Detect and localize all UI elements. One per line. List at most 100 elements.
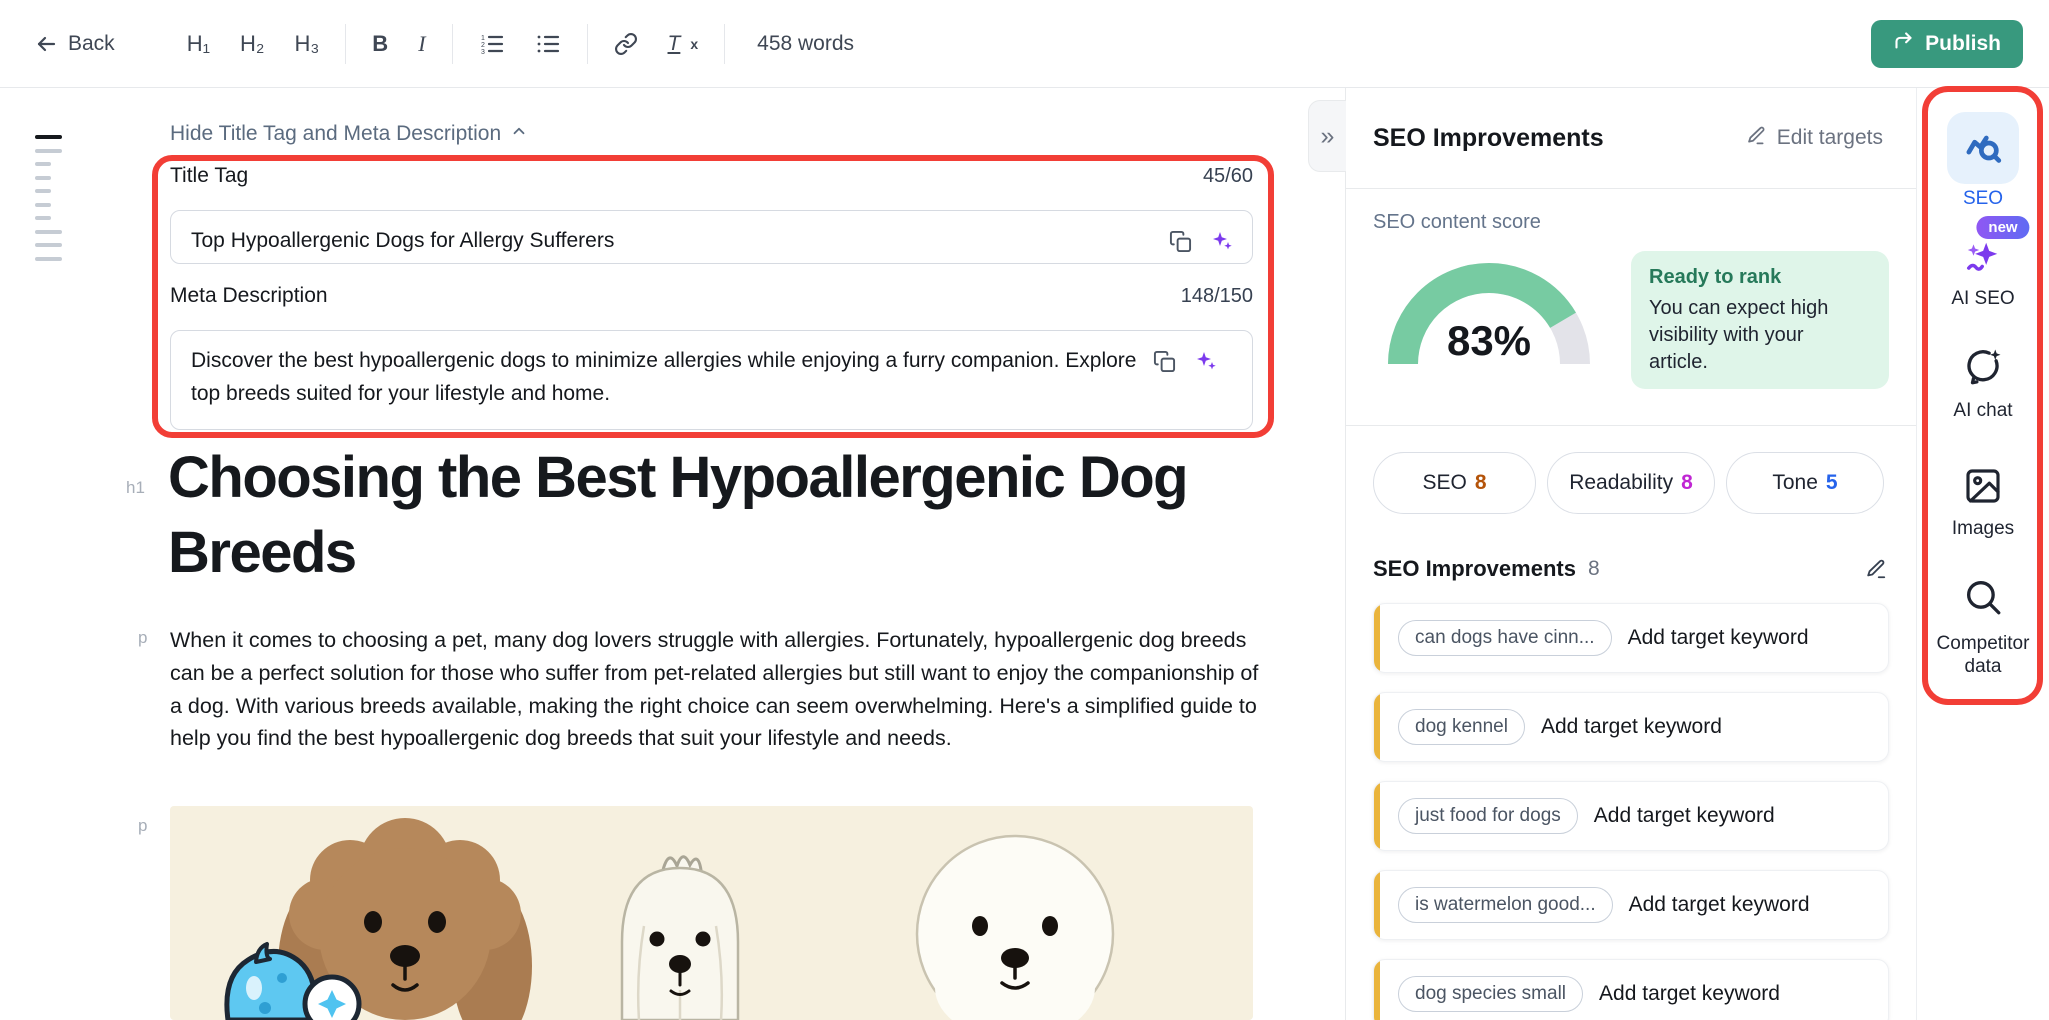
meta-description-counter: 148/150 [1181, 285, 1253, 308]
add-target-keyword-label[interactable]: Add target keyword [1594, 804, 1775, 828]
keyword-pill[interactable]: dog species small [1398, 976, 1583, 1012]
h1-button[interactable]: H₁ [179, 25, 218, 63]
article-image-dogs-illustration[interactable] [170, 806, 1253, 1020]
title-tag-counter: 45/60 [1203, 165, 1253, 188]
svg-text:1: 1 [481, 35, 485, 42]
h1-gutter-marker: h1 [126, 478, 145, 498]
ai-seo-button[interactable] [1964, 238, 2002, 276]
amber-accent-bar [1374, 871, 1380, 939]
toolbar-divider [345, 24, 346, 64]
keyword-pill[interactable]: just food for dogs [1398, 798, 1578, 834]
title-tag-label: Title Tag [170, 164, 248, 188]
hide-link-label: Hide Title Tag and Meta Description [170, 122, 501, 146]
svg-text:2: 2 [481, 42, 485, 49]
article-heading[interactable]: Choosing the Best Hypoallergenic Dog Bre… [168, 440, 1258, 590]
bold-button[interactable]: B [364, 25, 396, 63]
title-tag-value: Top Hypoallergenic Dogs for Allergy Suff… [191, 224, 1167, 257]
panel-divider [1346, 425, 1916, 426]
verdict-title: Ready to rank [1649, 266, 1871, 289]
seo-tool-label: SEO [1963, 188, 2003, 210]
ai-generate-title-button[interactable] [1208, 227, 1236, 255]
toolbar-divider [724, 24, 725, 64]
clear-formatting-t: T [668, 32, 681, 56]
back-button[interactable]: Back [26, 26, 123, 62]
edit-targets-button[interactable]: Edit targets [1740, 124, 1889, 153]
ai-chat-button[interactable] [1962, 346, 2004, 388]
chevron-up-icon [510, 122, 528, 146]
copy-icon [1169, 230, 1192, 253]
tone-score-pill[interactable]: Tone 5 [1726, 452, 1884, 514]
verdict-body: You can expect high visibility with your… [1649, 295, 1849, 376]
h2-button[interactable]: H₂ [232, 25, 272, 63]
keyword-suggestion-row[interactable]: dog species small Add target keyword [1373, 959, 1889, 1020]
tools-rail: SEO new AI SEO AI chat Images Competitor… [1917, 88, 2049, 1020]
document-outline-minimap[interactable] [35, 135, 65, 270]
keyword-suggestion-row[interactable]: can dogs have cinn... Add target keyword [1373, 603, 1889, 673]
edit-improvements-button[interactable] [1863, 556, 1889, 582]
meta-description-row: Meta Description 148/150 [170, 284, 1253, 308]
amber-accent-bar [1374, 604, 1380, 672]
images-icon [1963, 466, 2003, 506]
copy-meta-button[interactable] [1151, 348, 1178, 375]
edit-targets-label: Edit targets [1777, 126, 1883, 150]
pill-label: Tone [1772, 471, 1818, 495]
collapse-panel-button[interactable]: » [1308, 100, 1346, 172]
keyword-pill[interactable]: is watermelon good... [1398, 887, 1613, 923]
panel-header: SEO Improvements Edit targets [1373, 88, 1889, 188]
keyword-pill[interactable]: dog kennel [1398, 709, 1525, 745]
keyword-suggestion-row[interactable]: is watermelon good... Add target keyword [1373, 870, 1889, 940]
publish-button[interactable]: Publish [1871, 20, 2023, 68]
bullet-list-button[interactable] [527, 25, 569, 63]
meta-description-value: Discover the best hypoallergenic dogs to… [191, 344, 1151, 410]
images-button[interactable] [1963, 466, 2003, 506]
publish-label: Publish [1925, 32, 2001, 56]
svg-text:3: 3 [481, 49, 485, 56]
p-gutter-marker: p [138, 628, 147, 648]
p-gutter-marker: p [138, 816, 147, 836]
bichon-drawing [917, 836, 1113, 1020]
add-target-keyword-label[interactable]: Add target keyword [1599, 982, 1780, 1006]
keyword-suggestion-row[interactable]: just food for dogs Add target keyword [1373, 781, 1889, 851]
keyword-pill[interactable]: can dogs have cinn... [1398, 620, 1612, 656]
seo-analytics-icon [1963, 128, 2003, 168]
clear-formatting-button[interactable]: Tx [660, 26, 707, 62]
competitor-data-button[interactable] [1962, 576, 2004, 618]
bullet-list-icon [535, 31, 561, 57]
app-window: Back H₁ H₂ H₃ B I 123 [0, 0, 2049, 1020]
new-badge: new [1976, 216, 2029, 239]
keyword-suggestion-row[interactable]: dog kennel Add target keyword [1373, 692, 1889, 762]
italic-button[interactable]: I [410, 25, 433, 63]
title-tag-input[interactable]: Top Hypoallergenic Dogs for Allergy Suff… [170, 210, 1253, 264]
add-target-keyword-label[interactable]: Add target keyword [1628, 626, 1809, 650]
amber-accent-bar [1374, 782, 1380, 850]
editor-canvas: Hide Title Tag and Meta Description Titl… [0, 88, 1345, 1020]
images-label: Images [1952, 518, 2014, 540]
ai-seo-label: AI SEO [1951, 288, 2014, 310]
readability-score-pill[interactable]: Readability 8 [1547, 452, 1715, 514]
link-button[interactable] [606, 26, 646, 62]
seo-improvements-panel: SEO Improvements Edit targets SEO conten… [1345, 88, 1917, 1020]
h3-button[interactable]: H₃ [286, 25, 327, 63]
word-count: 458 words [757, 32, 854, 56]
copy-title-button[interactable] [1167, 228, 1194, 255]
seo-score-row: 83% Ready to rank You can expect high vi… [1373, 251, 1889, 391]
sparkles-icon [1210, 229, 1234, 253]
add-target-keyword-label[interactable]: Add target keyword [1629, 893, 1810, 917]
seo-tool-button[interactable] [1947, 112, 2019, 184]
ai-sparkles-icon [1964, 238, 2002, 276]
ordered-list-button[interactable]: 123 [471, 25, 513, 63]
meta-description-input[interactable]: Discover the best hypoallergenic dogs to… [170, 330, 1253, 430]
ai-chat-label: AI chat [1953, 400, 2012, 422]
copy-icon [1153, 350, 1176, 373]
link-icon [614, 32, 638, 56]
hide-title-meta-toggle[interactable]: Hide Title Tag and Meta Description [170, 122, 528, 146]
panel-divider [1346, 188, 1916, 189]
seo-score-pill[interactable]: SEO 8 [1373, 452, 1536, 514]
improvements-title: SEO Improvements [1373, 556, 1576, 582]
article-paragraph[interactable]: When it comes to choosing a pet, many do… [170, 624, 1262, 755]
add-target-keyword-label[interactable]: Add target keyword [1541, 715, 1722, 739]
ai-generate-meta-button[interactable] [1192, 347, 1220, 375]
title-tag-row: Title Tag 45/60 [170, 164, 1253, 188]
ordered-list-icon: 123 [479, 31, 505, 57]
pill-value: 8 [1475, 471, 1487, 495]
